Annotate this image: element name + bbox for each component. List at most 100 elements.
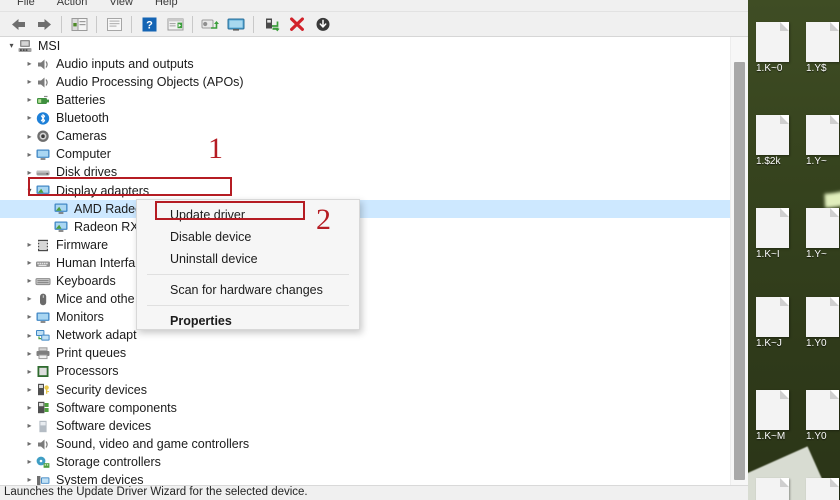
tree-item-system-devices[interactable]: ▸ System devices	[0, 471, 730, 485]
chevron-right-icon[interactable]: ▸	[24, 476, 35, 484]
chevron-right-icon[interactable]: ▸	[24, 331, 35, 340]
tree-item-audio-inputs-and-outputs[interactable]: ▸ Audio inputs and outputs	[0, 55, 730, 73]
chevron-right-icon[interactable]: ▸	[24, 168, 35, 177]
monitor-icon	[35, 147, 51, 162]
file-icon	[756, 478, 789, 500]
tree-item-label: Display adapters	[56, 183, 150, 198]
speaker-icon	[35, 437, 51, 452]
context-menu-item-properties[interactable]: Properties	[137, 310, 359, 332]
tree-item-radeon-rx[interactable]: Radeon RX	[0, 218, 730, 236]
menu-item-view[interactable]: View	[98, 0, 144, 8]
chevron-right-icon[interactable]: ▸	[24, 295, 35, 303]
tree-item-mice-and-other-pointing-devices[interactable]: ▸ Mice and othe	[0, 290, 730, 308]
desktop-icon[interactable]: 1.Y~	[806, 115, 840, 167]
tree-item-processors[interactable]: ▸ Processors	[0, 363, 730, 381]
tree-item-network-adapters[interactable]: ▸ Network adapt	[0, 327, 730, 345]
chevron-right-icon[interactable]: ▸	[24, 422, 35, 430]
show-hide-console-tree-icon[interactable]	[66, 13, 92, 36]
menu-item-help[interactable]: Help	[144, 0, 189, 8]
desktop-icon[interactable]: 1.Y0	[806, 297, 840, 349]
hid-icon	[35, 256, 51, 271]
desktop-background[interactable]: 1.K~0 1.Y$ 1.$2k 1.Y~ 1.K~I 1.Y~ 1.K~J 1…	[748, 0, 840, 500]
file-icon	[806, 297, 839, 337]
tree-item-print-queues[interactable]: ▸ Print queues	[0, 345, 730, 363]
chevron-right-icon[interactable]: ▸	[24, 403, 35, 412]
chevron-right-icon[interactable]: ▸	[24, 150, 35, 159]
context-menu-item-uninstall-device[interactable]: Uninstall device	[137, 248, 359, 270]
tree-item-cameras[interactable]: ▸ Cameras	[0, 127, 730, 145]
desktop-icon[interactable]	[756, 478, 796, 500]
desktop-icon[interactable]: 1.$2k	[756, 115, 796, 167]
desktop-icon[interactable]: 1.K~J	[756, 297, 796, 349]
tree-item-msi[interactable]: ▾ MSI	[0, 37, 730, 55]
chevron-right-icon[interactable]: ▸	[24, 60, 35, 68]
file-icon	[806, 115, 839, 155]
tree-item-audio-processing-objects[interactable]: ▸ Audio Processing Objects (APOs)	[0, 73, 730, 91]
toolbar: ?	[0, 12, 748, 37]
desktop-icon-label: 1.K~0	[756, 63, 783, 74]
chevron-right-icon[interactable]: ▸	[24, 313, 35, 321]
chevron-right-icon[interactable]: ▸	[24, 385, 35, 394]
tree-item-display-adapters[interactable]: ▾ Display adapters	[0, 182, 730, 200]
menu-item-action[interactable]: Action	[46, 0, 99, 8]
desktop-icon-label: 1.K~M	[756, 431, 786, 442]
chevron-right-icon[interactable]: ▸	[24, 277, 35, 285]
tree-item-bluetooth[interactable]: ▸ Bluetooth	[0, 109, 730, 127]
chevron-right-icon[interactable]: ▸	[24, 241, 35, 249]
tree-item-disk-drives[interactable]: ▸ Disk drives	[0, 164, 730, 182]
properties-icon[interactable]	[101, 13, 127, 36]
desktop-icon[interactable]: 1.K~M	[756, 390, 796, 442]
tree-item-label: Audio Processing Objects (APOs)	[56, 74, 244, 89]
chevron-right-icon[interactable]: ▸	[24, 367, 35, 376]
tree-item-amd-radeon[interactable]: AMD Radeo	[0, 199, 730, 218]
chevron-right-icon[interactable]: ▸	[24, 78, 35, 86]
download-icon[interactable]	[310, 13, 336, 36]
desktop-icon[interactable]: 1.K~0	[756, 22, 796, 74]
chevron-right-icon[interactable]: ▸	[24, 96, 35, 104]
desktop-icon[interactable]: 1.Y$	[806, 22, 840, 74]
chevron-right-icon[interactable]: ▸	[24, 259, 35, 267]
desktop-icon-label: 1.K~I	[756, 249, 780, 260]
desktop-icon[interactable]: 1.K~I	[756, 208, 796, 260]
device-tree-pane[interactable]: ▾ MSI ▸ Audio inputs and outputs ▸ Audio…	[0, 37, 748, 485]
chevron-right-icon[interactable]: ▸	[24, 349, 35, 358]
tree-item-sound-video-and-game-controllers[interactable]: ▸ Sound, video and game controllers	[0, 435, 730, 453]
tree-item-monitors[interactable]: ▸ Monitors	[0, 308, 730, 326]
back-icon[interactable]	[5, 13, 31, 36]
desktop-icon[interactable]	[806, 478, 840, 500]
show-hidden-devices-icon[interactable]	[223, 13, 249, 36]
chevron-right-icon[interactable]: ▸	[24, 458, 35, 466]
tree-item-human-interface-devices[interactable]: ▸ Human Interfa	[0, 254, 730, 272]
uninstall-device-icon[interactable]	[284, 13, 310, 36]
desktop-icon[interactable]: 1.Y0	[806, 390, 840, 442]
help-icon[interactable]: ?	[136, 13, 162, 36]
tree-item-security-devices[interactable]: ▸ Security devices	[0, 381, 730, 399]
chevron-down-icon[interactable]: ▾	[24, 186, 35, 195]
chevron-right-icon[interactable]: ▸	[24, 114, 35, 122]
tree-vertical-scrollbar[interactable]	[730, 37, 748, 485]
tree-item-software-components[interactable]: ▸ Software components	[0, 399, 730, 417]
desktop-icon-label: 1.Y0	[806, 338, 827, 349]
toolbar-separator	[253, 15, 254, 33]
scrollbar-thumb[interactable]	[734, 62, 745, 480]
forward-icon[interactable]	[31, 13, 57, 36]
chevron-right-icon[interactable]: ▸	[24, 440, 35, 448]
keyboard-icon	[35, 274, 51, 289]
tree-item-software-devices[interactable]: ▸ Software devices	[0, 417, 730, 435]
scan-for-hardware-changes-icon[interactable]	[197, 13, 223, 36]
network-icon	[35, 328, 51, 343]
menu-item-file[interactable]: File	[6, 0, 46, 8]
chevron-right-icon[interactable]: ▸	[24, 132, 35, 141]
chevron-down-icon[interactable]: ▾	[6, 42, 17, 50]
tree-item-batteries[interactable]: ▸ Batteries	[0, 91, 730, 109]
desktop-icon[interactable]: 1.Y~	[806, 208, 840, 260]
tree-item-firmware[interactable]: ▸ Firmware	[0, 236, 730, 254]
context-menu-item-scan-for-hardware-changes[interactable]: Scan for hardware changes	[137, 279, 359, 301]
update-driver-icon[interactable]	[162, 13, 188, 36]
tree-item-label: Security devices	[56, 382, 148, 397]
monitor-icon	[35, 310, 51, 325]
tree-item-computer[interactable]: ▸ Computer	[0, 146, 730, 164]
tree-item-storage-controllers[interactable]: ▸ Storage controllers	[0, 453, 730, 471]
enable-device-icon[interactable]	[258, 13, 284, 36]
tree-item-keyboards[interactable]: ▸ Keyboards	[0, 272, 730, 290]
